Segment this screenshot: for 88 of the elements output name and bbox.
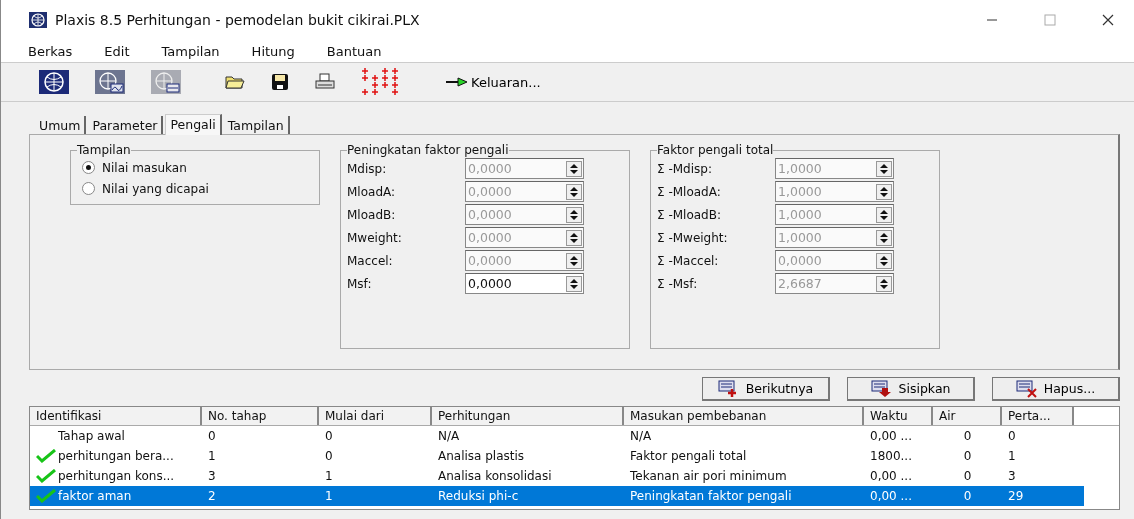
phase-button[interactable]: Hapus... <box>992 377 1120 401</box>
table-cell: Tahap awal <box>58 429 125 443</box>
printer-icon[interactable] <box>315 73 335 91</box>
tab[interactable]: Tampilan <box>223 116 290 134</box>
field-label: Mweight: <box>347 230 403 245</box>
column-header[interactable]: Masukan pembebanan <box>624 407 864 425</box>
field-label: Σ -Msf: <box>657 276 699 291</box>
table-row[interactable]: perhitungan kons... 3 1 Analisa konsolidasi Tekanan air pori minimum 0,00 ... 0 3 <box>30 466 1084 486</box>
phase-button[interactable]: Berikutnya <box>702 377 830 401</box>
table-cell: 1800... <box>870 449 912 463</box>
table-cell: 2 <box>208 489 216 503</box>
close-icon[interactable] <box>1102 14 1114 26</box>
field-label: Maccel: <box>347 253 394 268</box>
table-cell: N/A <box>630 429 652 443</box>
table-cell: 0 <box>963 489 972 503</box>
table-cell: 29 <box>1008 489 1024 503</box>
menu-item[interactable]: Edit <box>104 43 130 59</box>
table-cell: Analisa konsolidasi <box>438 469 552 483</box>
table-cell: faktor aman <box>58 489 132 503</box>
menu-item[interactable]: Hitung <box>251 43 295 59</box>
globe-icon[interactable] <box>39 70 69 94</box>
column-header[interactable]: Air <box>933 407 1002 425</box>
field-label: Msf: <box>347 276 373 291</box>
group-title: Peningkatan faktor pengali <box>347 143 509 157</box>
table-cell: 3 <box>1008 469 1016 483</box>
table-cell: 1 <box>208 449 216 463</box>
column-header[interactable]: Perta... <box>1002 407 1074 425</box>
table-cell: perhitungan kons... <box>58 469 175 483</box>
menu-item[interactable]: Berkas <box>28 43 73 59</box>
field-label: Σ -MloadA: <box>657 184 722 199</box>
column-header[interactable]: No. tahap <box>202 407 319 425</box>
table-cell: N/A <box>438 429 460 443</box>
table-cell: 0 <box>1008 429 1016 443</box>
group-title: Tampilan <box>77 143 131 157</box>
menu-item[interactable]: Tampilan <box>161 43 220 59</box>
table-cell: 0 <box>963 429 972 443</box>
field-label: Σ -Maccel: <box>657 253 720 268</box>
field-label: Σ -Mweight: <box>657 230 729 245</box>
tab[interactable]: Pengali <box>165 114 222 135</box>
column-header[interactable]: Waktu <box>864 407 933 425</box>
field-label: Σ -Mdisp: <box>657 161 713 176</box>
table-cell: 0 <box>208 429 216 443</box>
app-icon <box>29 12 47 28</box>
table-cell: 1 <box>1008 449 1016 463</box>
radio-button[interactable] <box>82 161 95 174</box>
table-cell: 0,00 ... <box>870 429 912 443</box>
spin-arrows-icon[interactable] <box>566 275 582 292</box>
table-row[interactable]: perhitungan bera... 1 0 Analisa plastis Faktor pengali total 1800... 0 1 <box>30 446 1084 466</box>
table-cell: Reduksi phi-c <box>438 489 519 503</box>
table-cell: 0 <box>325 429 333 443</box>
globe-table-icon[interactable] <box>151 70 181 94</box>
tab[interactable]: Parameter <box>88 116 164 134</box>
radio-label: Nilai masukan <box>102 160 187 175</box>
table-cell: 1 <box>325 469 333 483</box>
table-cell: 0 <box>325 449 333 463</box>
table-cell: Peningkatan faktor pengali <box>630 489 792 503</box>
spin-field[interactable]: 0,0000 <box>465 273 584 294</box>
group-title: Faktor pengali total <box>657 143 774 157</box>
output-button[interactable]: Keluaran... <box>445 74 541 90</box>
window-title: Plaxis 8.5 Perhitungan - pemodelan bukit cikirai.PLX <box>55 12 421 28</box>
table-cell: perhitungan bera... <box>58 449 174 463</box>
field-label: Σ -MloadB: <box>657 207 722 222</box>
field-label: Mdisp: <box>347 161 388 176</box>
radio-button[interactable] <box>82 182 95 195</box>
table-cell: 0 <box>963 449 972 463</box>
table-cell: Tekanan air pori minimum <box>630 469 787 483</box>
column-header[interactable]: Identifikasi <box>30 407 202 425</box>
folder-icon[interactable] <box>225 75 245 89</box>
menu-item[interactable]: Bantuan <box>326 43 382 59</box>
radio-label: Nilai yang dicapai <box>102 181 209 196</box>
table-cell: Analisa plastis <box>438 449 525 463</box>
phase-button[interactable]: Sisipkan <box>847 377 975 401</box>
table-cell: 3 <box>208 469 216 483</box>
table-row[interactable]: faktor aman 2 1 Reduksi phi-c Peningkatan faktor pengali 0,00 ... 0 29 <box>30 486 1084 506</box>
table-cell: 1 <box>325 489 333 503</box>
table-cell: Faktor pengali total <box>630 449 747 463</box>
phase-icon <box>1015 379 1040 398</box>
table-cell: 0,00 ... <box>870 489 912 503</box>
table-cell: 0 <box>963 469 972 483</box>
globe-chart-icon[interactable] <box>95 70 125 94</box>
table-cell: 0,00 ... <box>870 469 912 483</box>
column-header[interactable]: Perhitungan <box>432 407 624 425</box>
field-label: MloadA: <box>347 184 397 199</box>
table-row[interactable]: Tahap awal 0 0 N/A N/A 0,00 ... 0 0 <box>30 426 1084 446</box>
tab[interactable]: Umum <box>35 116 87 134</box>
column-header[interactable]: Mulai dari <box>319 407 432 425</box>
arrow-icon <box>445 77 469 87</box>
field-label: MloadB: <box>347 207 397 222</box>
